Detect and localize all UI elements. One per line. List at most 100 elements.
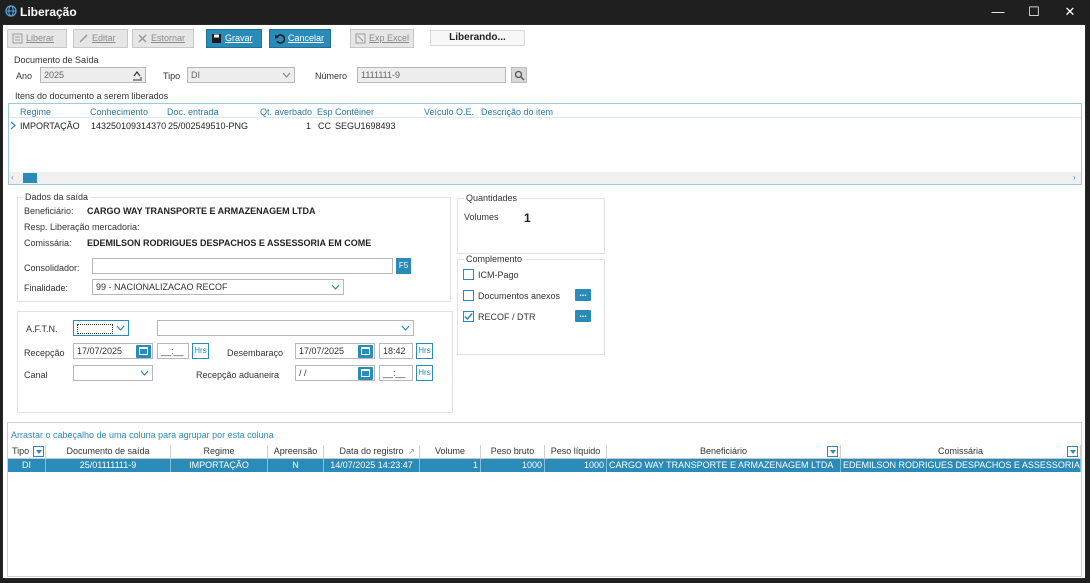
gravar-button[interactable]: Gravar (206, 29, 262, 48)
estornar-button[interactable]: Estornar (132, 29, 194, 48)
itens-row[interactable]: IMPORTAÇÃO 143250109314370 25/002549510-… (9, 118, 1081, 132)
aftn-value (77, 323, 113, 334)
f5-button[interactable]: F5 (396, 258, 411, 274)
filter-icon[interactable] (1067, 446, 1078, 457)
recepcao-hrs-button[interactable]: Hrs (192, 343, 209, 359)
grid-cell-tipo[interactable]: DI (8, 459, 46, 472)
calendar-icon[interactable] (358, 345, 373, 358)
numero-field[interactable]: 1111111-9 (357, 67, 506, 83)
ano-value: 2025 (44, 70, 65, 80)
itens-col-qt-averbado[interactable]: Qt. averbado (260, 107, 312, 117)
itens-col-esp[interactable]: Esp (317, 107, 333, 117)
recepcao-date-field[interactable]: 17/07/2025 (73, 343, 153, 359)
finalidade-label: Finalidade: (24, 283, 69, 293)
grid-col-tipo-label: Tipo (12, 446, 30, 456)
filter-icon[interactable] (827, 446, 838, 457)
spin-icon[interactable] (132, 70, 143, 81)
itens-col-doc-entrada[interactable]: Doc. entrada (167, 107, 219, 117)
documentos-anexos-more-button[interactable]: ... (575, 289, 591, 301)
desembaraco-label: Desembaraço (227, 348, 284, 358)
itens-hscrollbar[interactable]: ‹ › (9, 172, 1081, 184)
excel-icon (355, 33, 366, 44)
complemento-title: Complemento (464, 254, 525, 264)
grid-col-peso-liquido[interactable]: Peso líquido (545, 445, 607, 459)
scroll-thumb[interactable] (23, 173, 37, 183)
editar-button[interactable]: Editar (73, 29, 128, 48)
finalidade-value: 99 - NACIONALIZACAO RECOF (96, 282, 228, 292)
desembaraco-date-value: 17/07/2025 (299, 346, 345, 356)
title-bar: Liberação — ☐ ✕ (0, 0, 1090, 24)
liberar-button[interactable]: Liberar (7, 29, 67, 48)
filter-icon[interactable] (33, 446, 44, 457)
grid-col-beneficiario[interactable]: Beneficiário (607, 445, 841, 459)
consolidador-field[interactable] (92, 258, 393, 274)
grid-cell-peso-liquido[interactable]: 1000 (545, 459, 607, 472)
grid-cell-volume[interactable]: 1 (420, 459, 481, 472)
grid-col-peso-bruto[interactable]: Peso bruto (481, 445, 545, 459)
grid-col-data-registro-label: Data do registro (339, 446, 404, 456)
itens-col-conhecimento[interactable]: Conhecimento (90, 107, 148, 117)
calendar-icon[interactable] (136, 345, 151, 358)
icm-pago-checkbox[interactable] (463, 269, 474, 280)
recepcao-time-field[interactable]: __:__ (157, 343, 189, 359)
documentos-anexos-checkbox[interactable] (463, 290, 474, 301)
cancelar-button[interactable]: Cancelar (269, 29, 331, 48)
itens-col-conteiner[interactable]: Contêiner (335, 107, 374, 117)
recepcao-label: Recepção (24, 348, 65, 358)
recepcao-aduaneira-date-value: / / (299, 368, 307, 378)
aftn-select[interactable] (73, 320, 129, 336)
recepcao-date-value: 17/07/2025 (77, 346, 123, 356)
canal-select[interactable] (73, 365, 153, 381)
liberar-label: Liberar (26, 33, 55, 43)
grid-col-volume[interactable]: Volume (420, 445, 481, 459)
itens-cell-conhecimento: 143250109314370 (91, 121, 167, 131)
itens-group-title: Itens do documento a serem liberados (15, 91, 169, 101)
scroll-right-icon[interactable]: › (1073, 173, 1076, 182)
search-button[interactable] (511, 67, 527, 83)
beneficiario-label: Beneficiário: (24, 206, 74, 216)
itens-col-regime[interactable]: Regime (20, 107, 51, 117)
grid-cell-documento[interactable]: 25/01111111-9 (46, 459, 171, 472)
grid-col-beneficiario-label: Beneficiário (699, 446, 748, 456)
grid-cell-data-registro[interactable]: 14/07/2025 14:23:47 (324, 459, 420, 472)
desembaraco-time-field[interactable]: 18:42 (379, 343, 413, 359)
grid-col-regime[interactable]: Regime (171, 445, 268, 459)
grid-col-comissaria[interactable]: Comissária (841, 445, 1081, 459)
globe-icon (5, 5, 17, 17)
close-button[interactable]: ✕ (1047, 0, 1090, 24)
grid-cell-apreensao[interactable]: N (268, 459, 324, 472)
grid-cell-comissaria[interactable]: EDEMILSON RODRIGUES DESPACHOS E ASSESSOR… (841, 459, 1081, 472)
quantidades-title: Quantidades (464, 193, 520, 203)
scroll-left-icon[interactable]: ‹ (11, 173, 14, 182)
desembaraco-hrs-button[interactable]: Hrs (416, 343, 433, 359)
tipo-select[interactable]: DI (187, 67, 295, 83)
recepcao-aduaneira-date-field[interactable]: / / (295, 365, 375, 381)
recepcao-aduaneira-hrs-button[interactable]: Hrs (416, 365, 433, 381)
desembaraco-date-field[interactable]: 17/07/2025 (295, 343, 375, 359)
itens-cell-regime: IMPORTAÇÃO (20, 121, 80, 131)
grid-cell-regime[interactable]: IMPORTAÇÃO (171, 459, 268, 472)
itens-col-descricao[interactable]: Descrição do item (481, 107, 553, 117)
exp-excel-button[interactable]: Exp Excel (350, 29, 414, 48)
recepcao-aduaneira-time-field[interactable]: __:__ (379, 365, 413, 381)
aftn-label: A.F.T.N. (26, 324, 58, 334)
grid-col-data-registro[interactable]: Data do registro ↗ (324, 445, 420, 459)
grid-col-apreensao[interactable]: Apreensão (268, 445, 324, 459)
grid-col-tipo[interactable]: Tipo (8, 445, 46, 459)
itens-col-veiculo[interactable]: Veículo O.E. (424, 107, 474, 117)
documento-group-title: Documento de Saída (14, 55, 99, 65)
chevron-down-icon (140, 370, 149, 376)
finalidade-select[interactable]: 99 - NACIONALIZACAO RECOF (92, 279, 344, 295)
chevron-down-icon (116, 325, 125, 331)
calendar-icon[interactable] (358, 367, 373, 380)
recof-more-button[interactable]: ... (575, 310, 591, 322)
grid-cell-peso-bruto[interactable]: 1000 (481, 459, 545, 472)
grid-cell-beneficiario[interactable]: CARGO WAY TRANSPORTE E ARMAZENAGEM LTDA (607, 459, 841, 472)
grid-col-documento[interactable]: Documento de saída (46, 445, 171, 459)
aftn-desc-select[interactable] (157, 320, 414, 336)
estornar-label: Estornar (151, 33, 186, 43)
tipo-label: Tipo (163, 71, 181, 81)
window-title: Liberação (20, 5, 77, 19)
ano-field[interactable]: 2025 (40, 67, 146, 83)
recof-checkbox[interactable] (463, 311, 474, 322)
